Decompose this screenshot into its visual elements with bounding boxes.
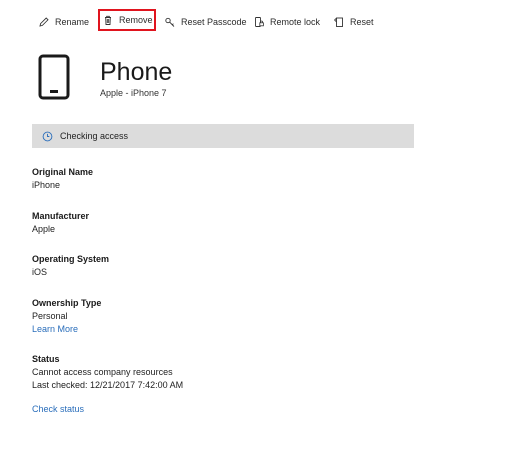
remote-lock-button[interactable]: Remote lock (253, 12, 320, 32)
reset-passcode-button[interactable]: Reset Passcode (164, 12, 247, 32)
status-field: Status Cannot access company resources L… (32, 353, 183, 392)
check-status-link[interactable]: Check status (32, 404, 84, 414)
original-name-value: iPhone (32, 180, 61, 190)
ownership-type-field: Ownership Type Personal Learn More (32, 297, 101, 336)
reset-label: Reset (350, 17, 374, 27)
status-label: Status (32, 354, 60, 364)
reset-button[interactable]: Reset (333, 12, 374, 32)
ownership-type-label: Ownership Type (32, 298, 102, 308)
reset-icon (333, 16, 345, 28)
remove-label: Remove (119, 15, 153, 25)
manufacturer-value: Apple (32, 224, 56, 234)
page-title: Phone (100, 58, 173, 86)
rename-button[interactable]: Rename (38, 12, 89, 32)
command-bar: Rename Remove Reset Passcode Remote lock… (0, 0, 526, 44)
phone-icon (38, 54, 70, 100)
pencil-icon (38, 16, 50, 28)
manufacturer-label: Manufacturer (32, 211, 90, 221)
reset-passcode-label: Reset Passcode (181, 17, 247, 27)
clock-icon (42, 131, 53, 142)
operating-system-field: Operating System iOS (32, 253, 109, 279)
device-model: Apple - iPhone 7 (100, 88, 167, 98)
rename-label: Rename (55, 17, 90, 27)
learn-more-link[interactable]: Learn More (32, 323, 101, 336)
banner-text: Checking access (60, 131, 129, 141)
operating-system-value: iOS (32, 267, 48, 277)
status-banner: Checking access (32, 124, 414, 148)
trash-icon (102, 14, 114, 26)
remote-lock-label: Remote lock (270, 17, 321, 27)
original-name-field: Original Name iPhone (32, 166, 93, 192)
ownership-type-value: Personal (32, 311, 68, 321)
device-lock-icon (253, 16, 265, 28)
remove-button[interactable]: Remove (98, 9, 156, 31)
operating-system-label: Operating System (32, 254, 110, 264)
status-value: Cannot access company resources (32, 367, 173, 377)
last-checked: Last checked: 12/21/2017 7:42:00 AM (32, 380, 184, 390)
key-icon (164, 16, 176, 28)
original-name-label: Original Name (32, 167, 94, 177)
manufacturer-field: Manufacturer Apple (32, 210, 89, 236)
